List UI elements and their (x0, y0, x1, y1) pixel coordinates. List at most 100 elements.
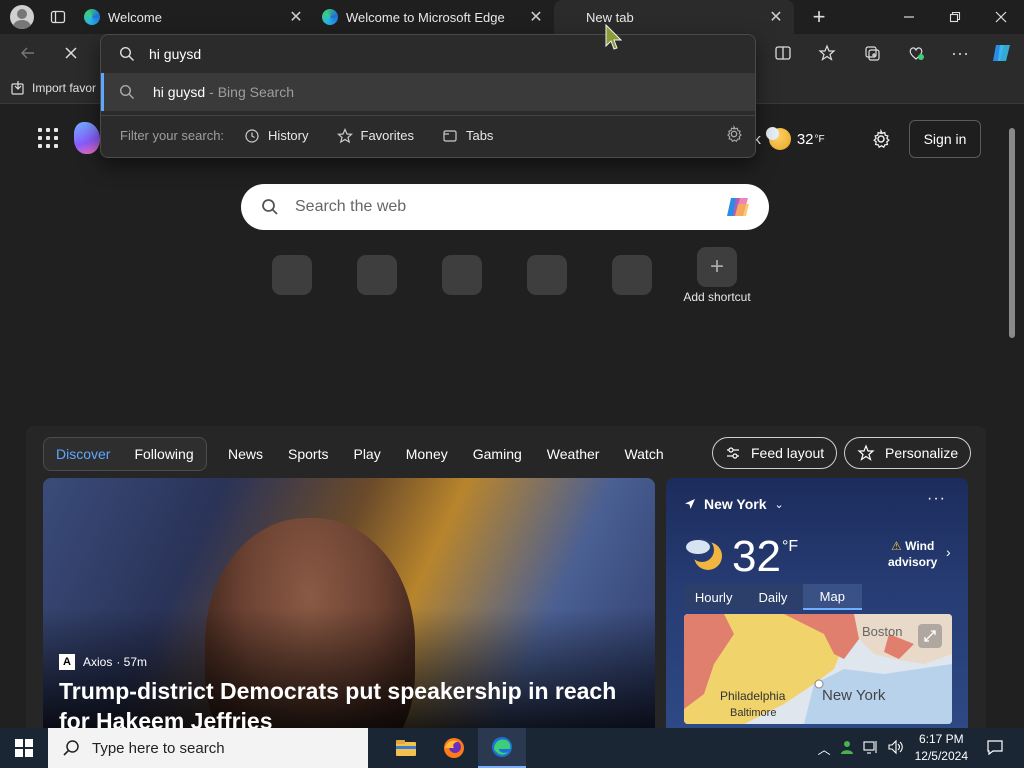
tab-welcome-edge[interactable]: Welcome to Microsoft Edge ✕ (314, 0, 554, 34)
feed-nav-watch[interactable]: Watch (624, 446, 663, 462)
feed-nav-gaming[interactable]: Gaming (473, 446, 522, 462)
search-suggestion[interactable]: hi guysd - Bing Search (101, 73, 755, 111)
search-icon (262, 199, 278, 215)
weather-card[interactable]: New York ⌄ ··· 32 °F ⚠ Wind advisory › H… (666, 478, 968, 728)
hero-headline[interactable]: Trump-district Democrats put speakership… (59, 676, 649, 728)
minimize-button[interactable] (886, 0, 932, 34)
partly-cloudy-night-icon (684, 534, 724, 574)
scrollbar-thumb[interactable] (1009, 128, 1015, 338)
filter-favorites[interactable]: Favorites (336, 127, 414, 144)
header-temperature: 32 (796, 130, 814, 148)
file-explorer-icon[interactable] (382, 728, 430, 768)
copilot-icon[interactable] (986, 37, 1018, 69)
shortcut-tile[interactable] (357, 255, 397, 295)
search-settings-icon[interactable] (725, 124, 743, 146)
more-options-icon[interactable]: ··· (944, 37, 976, 69)
address-bar[interactable] (101, 35, 755, 73)
weather-tab-hourly[interactable]: Hourly (684, 584, 743, 610)
close-tab-icon[interactable]: ✕ (526, 7, 546, 27)
feed-nav-play[interactable]: Play (353, 446, 380, 462)
weather-location[interactable]: New York ⌄ (684, 496, 784, 512)
copilot-icon[interactable] (723, 192, 753, 222)
sign-in-button[interactable]: Sign in (909, 120, 981, 158)
tab-title: Welcome to Microsoft Edge (346, 9, 505, 25)
discover-tab[interactable]: Discover (44, 438, 122, 470)
weather-map[interactable]: Boston Philadelphia New York Baltimore (684, 614, 952, 724)
start-button[interactable] (0, 728, 48, 768)
edge-favicon-icon (84, 9, 100, 25)
back-button[interactable] (12, 37, 44, 69)
search-icon (119, 46, 134, 61)
microsoft-start-logo[interactable] (74, 122, 100, 154)
weather-more-icon[interactable]: ··· (927, 490, 946, 508)
map-label-boston: Boston (862, 624, 902, 639)
app-launcher-icon[interactable] (38, 128, 58, 148)
taskbar-search-input[interactable] (92, 739, 352, 757)
weather-location-name: New York (704, 496, 767, 512)
feed-nav-news[interactable]: News (228, 446, 263, 462)
news-source: A Axios · 57m (59, 654, 147, 670)
filter-history[interactable]: History (244, 128, 309, 144)
clock[interactable]: 6:17 PM 12/5/2024 (915, 731, 968, 765)
weather-tab-map[interactable]: Map (802, 584, 862, 610)
feed-layout-button[interactable]: Feed layout (712, 437, 838, 469)
personalize-button[interactable]: Personalize (844, 437, 972, 469)
chevron-right-icon[interactable]: › (946, 544, 951, 560)
new-tab-button[interactable]: + (804, 2, 834, 32)
clock-time: 6:17 PM (918, 732, 964, 746)
feed-nav-sports[interactable]: Sports (288, 446, 328, 462)
close-window-button[interactable] (978, 0, 1024, 34)
filter-tabs[interactable]: Tabs (442, 128, 493, 144)
expand-map-icon[interactable] (918, 624, 942, 648)
edge-taskbar-icon[interactable] (478, 728, 526, 768)
web-search-input[interactable] (295, 198, 723, 216)
suggestion-text: hi guysd (153, 84, 206, 100)
close-tab-icon[interactable]: ✕ (286, 7, 306, 27)
notifications-icon[interactable] (986, 738, 1004, 759)
taskbar-search[interactable] (48, 728, 368, 768)
profile-avatar[interactable] (10, 5, 34, 29)
add-shortcut-label: Add shortcut (683, 290, 751, 304)
sliders-icon (727, 447, 739, 459)
tab-new-tab[interactable]: New tab ✕ (554, 0, 794, 34)
new-tab-page: ork 32 °F Sign in + Add shortcut Discove… (0, 104, 1024, 728)
people-icon[interactable] (839, 739, 855, 758)
following-tab[interactable]: Following (122, 438, 205, 470)
split-screen-icon[interactable] (767, 37, 799, 69)
import-favorites-label: Import favor (32, 81, 97, 95)
mouse-cursor-icon (604, 23, 626, 52)
network-icon[interactable] (863, 739, 879, 758)
search-icon (119, 84, 134, 99)
favorites-star-icon[interactable] (811, 37, 843, 69)
firefox-icon[interactable] (430, 728, 478, 768)
chevron-up-icon[interactable]: ︿ (818, 739, 831, 758)
star-icon (336, 127, 353, 143)
stop-loading-button[interactable] (55, 37, 87, 69)
page-scrollbar[interactable] (1006, 110, 1018, 722)
shortcut-tile[interactable] (527, 255, 567, 295)
wind-advisory[interactable]: ⚠ Wind advisory (888, 538, 937, 570)
collections-icon[interactable] (856, 37, 888, 69)
restore-button[interactable] (932, 0, 978, 34)
shortcut-tile[interactable] (612, 255, 652, 295)
add-shortcut-button[interactable]: + (697, 247, 737, 287)
web-search-box[interactable] (241, 184, 769, 230)
shortcut-tile[interactable] (442, 255, 482, 295)
feed-nav-weather[interactable]: Weather (547, 446, 600, 462)
weather-tab-daily[interactable]: Daily (743, 584, 802, 610)
tab-welcome[interactable]: Welcome ✕ (76, 0, 314, 34)
tab-actions-icon[interactable] (48, 7, 68, 27)
import-favorites-button[interactable]: Import favor (10, 80, 96, 96)
address-bar-dropdown: hi guysd - Bing Search Filter your searc… (100, 34, 756, 158)
browser-essentials-icon[interactable] (900, 37, 932, 69)
hero-news-card[interactable]: A Axios · 57m Trump-district Democrats p… (43, 478, 655, 728)
shortcut-tile[interactable] (272, 255, 312, 295)
source-name: Axios (83, 655, 113, 669)
close-tab-icon[interactable]: ✕ (766, 7, 786, 27)
page-settings-icon[interactable] (868, 126, 894, 152)
feed-nav-money[interactable]: Money (406, 446, 448, 462)
history-icon (245, 128, 259, 143)
source-age: · 57m (116, 655, 148, 669)
volume-icon[interactable] (887, 739, 903, 758)
taskbar: ︿ 6:17 PM 12/5/2024 (0, 728, 1024, 768)
